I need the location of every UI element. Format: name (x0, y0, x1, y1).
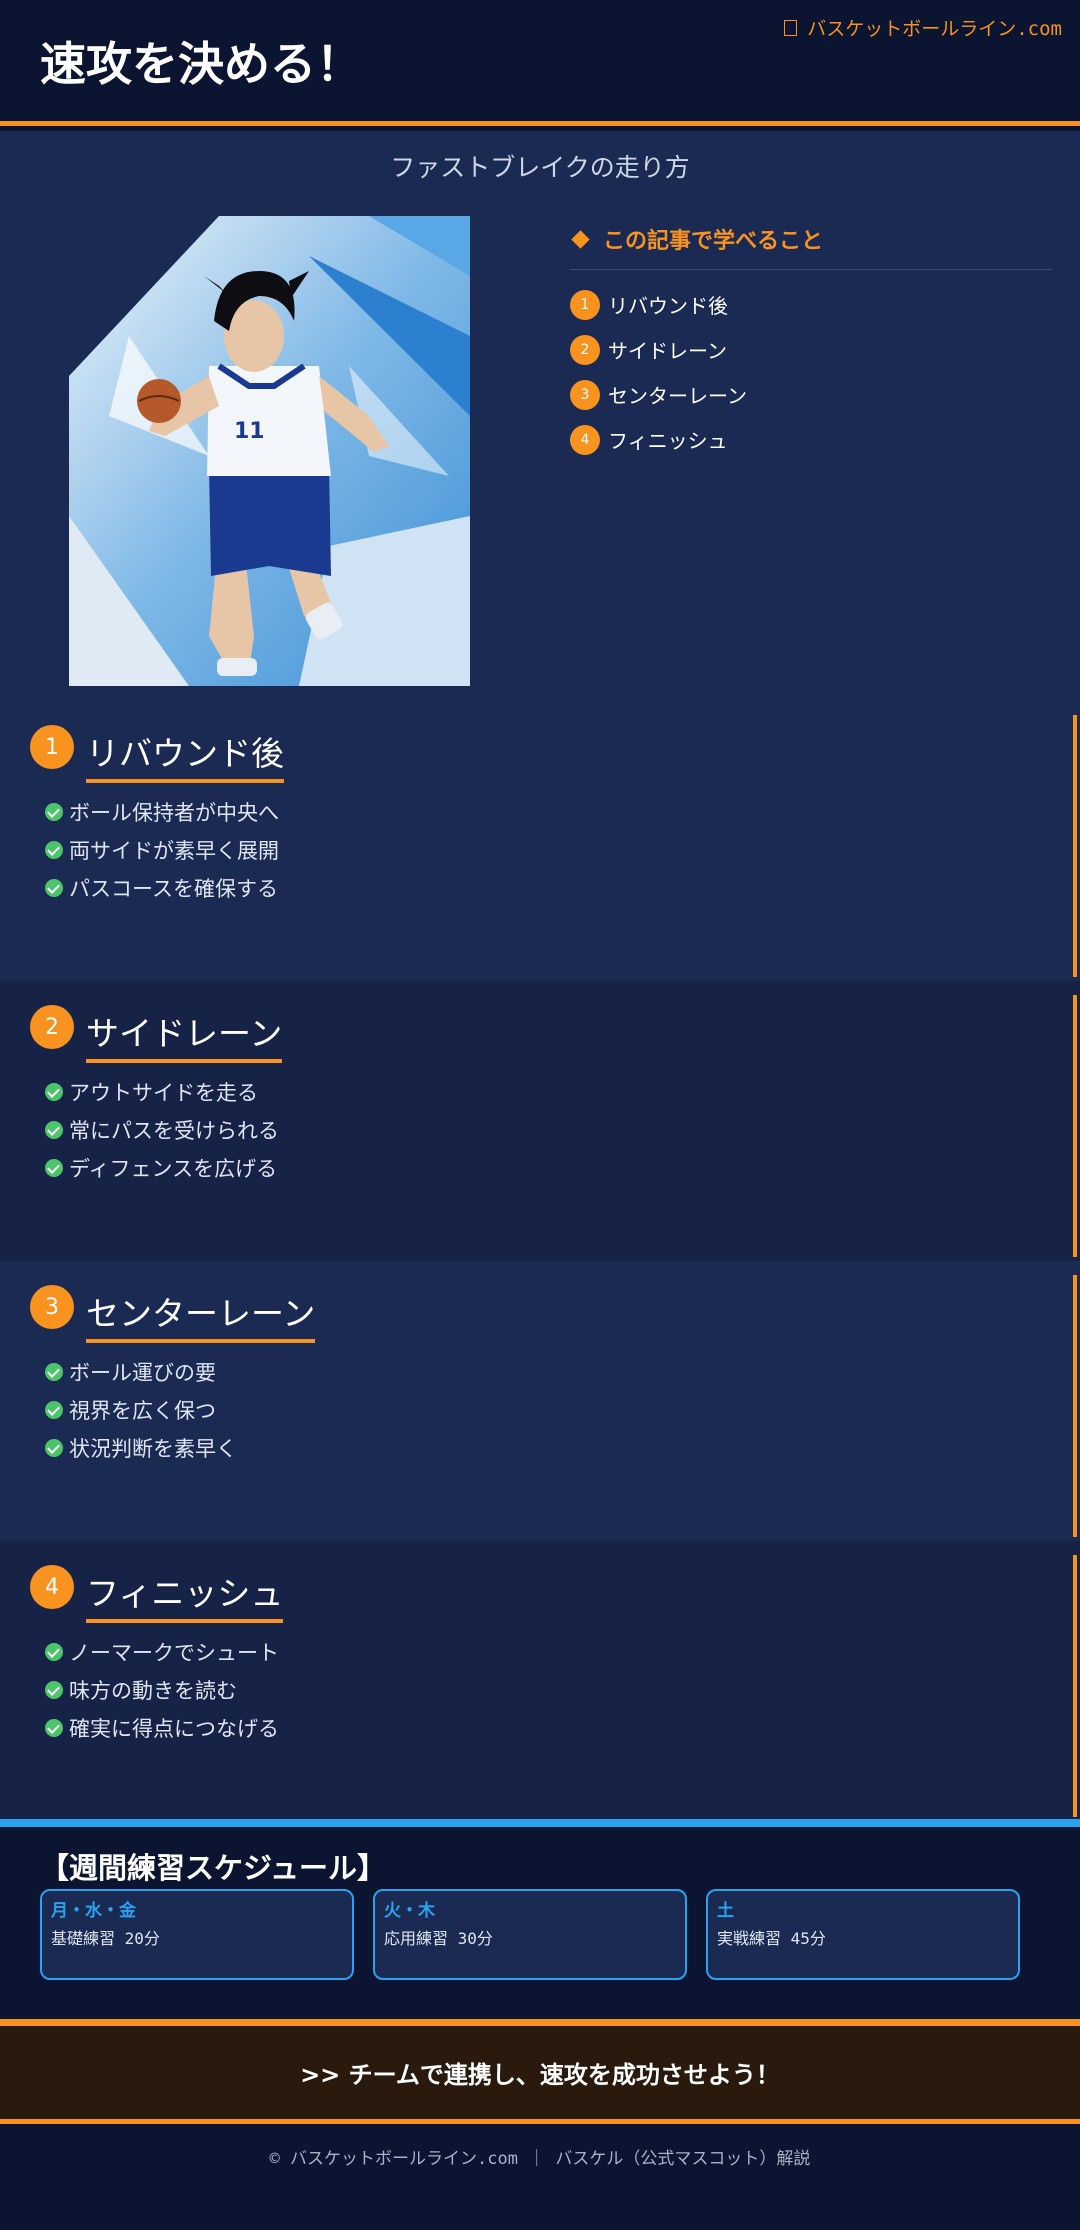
schedule-card: 土 実戦練習 45分 (706, 1889, 1020, 1980)
check-icon (45, 1121, 63, 1139)
section-bullets: ノーマークでシュート 味方の動きを読む 確実に得点につなげる (45, 1633, 279, 1747)
section-finish: 4 フィニッシュ ノーマークでシュート 味方の動きを読む 確実に得点につなげる (0, 1541, 1080, 1821)
bullet-text: アウトサイドを走る (69, 1081, 258, 1105)
section-title: サイドレーン (86, 1007, 283, 1063)
bullet-text: 両サイドが素早く展開 (69, 839, 279, 863)
section-number-badge: 1 (30, 725, 74, 769)
check-icon (45, 1401, 63, 1419)
schedule-card: 火・木 応用練習 30分 (373, 1889, 687, 1980)
check-icon (45, 803, 63, 821)
bullet-text: 状況判断を素早く (69, 1437, 237, 1461)
check-icon (45, 1363, 63, 1381)
bullet-text: ボール保持者が中央へ (69, 801, 279, 825)
bullet-text: 確実に得点につなげる (69, 1717, 279, 1741)
bullet-text: パスコースを確保する (69, 877, 278, 901)
check-icon (45, 1681, 63, 1699)
bullet-text: ディフェンスを広げる (69, 1157, 278, 1181)
check-icon (45, 1719, 63, 1737)
section-number-badge: 4 (30, 1565, 74, 1609)
list-item: パスコースを確保する (45, 869, 279, 907)
svg-text:11: 11 (234, 419, 265, 444)
weekly-schedule: 【週間練習スケジュール】 月・水・金 基礎練習 20分 火・木 応用練習 30分… (0, 1819, 1080, 2019)
section-bullets: ボール保持者が中央へ 両サイドが素早く展開 パスコースを確保する (45, 793, 279, 907)
schedule-desc: 実戦練習 45分 (717, 1929, 826, 1948)
diamond-icon (571, 229, 590, 249)
site-name: バスケットボールライン.com (807, 18, 1062, 40)
section-number-badge: 3 (30, 1285, 74, 1329)
toc-item[interactable]: 1 リバウンド後 (570, 282, 1052, 327)
bullet-text: 視界を広く保つ (69, 1399, 216, 1423)
cta-text: >> チームで連携し、速攻を成功させよう！ (300, 2061, 780, 2089)
check-icon (45, 1439, 63, 1457)
bullet-text: 常にパスを受けられる (69, 1119, 279, 1143)
toc-list: 1 リバウンド後 2 サイドレーン 3 センターレーン 4 フィニッシュ (570, 282, 1052, 462)
list-item: ノーマークでシュート (45, 1633, 279, 1671)
section-accent-bar (1073, 1555, 1077, 1817)
check-icon (45, 1643, 63, 1661)
toc-number-badge: 3 (570, 379, 600, 410)
schedule-title: 【週間練習スケジュール】 (40, 1851, 386, 1885)
section-number-badge: 2 (30, 1005, 74, 1049)
check-icon (45, 1083, 63, 1101)
document-icon (784, 19, 798, 36)
check-icon (45, 879, 63, 897)
section-bullets: ボール運びの要 視界を広く保つ 状況判断を素早く (45, 1353, 237, 1467)
schedule-day: 土 (717, 1901, 734, 1921)
toc-number-badge: 1 (570, 289, 600, 320)
toc-number-badge: 4 (570, 424, 600, 455)
section-title: センターレーン (86, 1287, 316, 1343)
section-side-lane: 2 サイドレーン アウトサイドを走る 常にパスを受けられる ディフェンスを広げる (0, 981, 1080, 1261)
schedule-card: 月・水・金 基礎練習 20分 (40, 1889, 354, 1980)
bullet-text: 味方の動きを読む (69, 1679, 237, 1703)
toc-item-label: サイドレーン (608, 339, 727, 363)
list-item: 両サイドが素早く展開 (45, 831, 279, 869)
section-center-lane: 3 センターレーン ボール運びの要 視界を広く保つ 状況判断を素早く (0, 1261, 1080, 1541)
intro-section: 11 この記事で学べること 1 リバウンド後 2 サイドレーン 3 センターレー… (0, 201, 1080, 701)
toc-item-label: センターレーン (608, 384, 747, 408)
page-footer: © バスケットボールライン.com ｜ バスケル（公式マスコット）解説 (0, 2124, 1080, 2230)
section-title: リバウンド後 (86, 727, 284, 783)
toc-item[interactable]: 3 センターレーン (570, 372, 1052, 417)
section-rebound: 1 リバウンド後 ボール保持者が中央へ 両サイドが素早く展開 パスコースを確保す… (0, 701, 1080, 981)
toc-item-label: リバウンド後 (608, 294, 728, 318)
page-header: 速攻を決める！ バスケットボールライン.com (0, 0, 1080, 126)
page-subtitle: ファストブレイクの走り方 (390, 153, 690, 182)
section-accent-bar (1073, 995, 1077, 1257)
toc-heading: この記事で学べること (570, 223, 1052, 270)
cta-banner: >> チームで連携し、速攻を成功させよう！ (0, 2019, 1080, 2124)
toc-item-label: フィニッシュ (608, 429, 728, 453)
toc-panel: この記事で学べること 1 リバウンド後 2 サイドレーン 3 センターレーン 4… (570, 223, 1052, 462)
list-item: ディフェンスを広げる (45, 1149, 279, 1187)
bullet-text: ボール運びの要 (69, 1361, 216, 1385)
section-bullets: アウトサイドを走る 常にパスを受けられる ディフェンスを広げる (45, 1073, 279, 1187)
subtitle-bar: ファストブレイクの走り方 (0, 131, 1080, 201)
list-item: 確実に得点につなげる (45, 1709, 279, 1747)
check-icon (45, 841, 63, 859)
schedule-desc: 基礎練習 20分 (51, 1929, 160, 1948)
footer-text: © バスケットボールライン.com ｜ バスケル（公式マスコット）解説 (269, 2149, 811, 2169)
bullet-text: ノーマークでシュート (69, 1641, 279, 1665)
list-item: ボール保持者が中央へ (45, 793, 279, 831)
section-title: フィニッシュ (86, 1567, 284, 1623)
toc-heading-text: この記事で学べること (603, 229, 824, 254)
section-accent-bar (1073, 1275, 1077, 1537)
list-item: 視界を広く保つ (45, 1391, 237, 1429)
page-title: 速攻を決める！ (40, 37, 362, 91)
schedule-desc: 応用練習 30分 (384, 1929, 493, 1948)
section-accent-bar (1073, 715, 1077, 977)
list-item: アウトサイドを走る (45, 1073, 279, 1111)
list-item: 状況判断を素早く (45, 1429, 237, 1467)
list-item: ボール運びの要 (45, 1353, 237, 1391)
list-item: 味方の動きを読む (45, 1671, 279, 1709)
schedule-day: 火・木 (384, 1901, 435, 1921)
site-link[interactable]: バスケットボールライン.com (784, 14, 1062, 41)
list-item: 常にパスを受けられる (45, 1111, 279, 1149)
toc-number-badge: 2 (570, 334, 600, 365)
toc-item[interactable]: 4 フィニッシュ (570, 417, 1052, 462)
toc-item[interactable]: 2 サイドレーン (570, 327, 1052, 372)
hero-illustration: 11 (69, 216, 470, 686)
check-icon (45, 1159, 63, 1177)
schedule-day: 月・水・金 (51, 1901, 136, 1921)
